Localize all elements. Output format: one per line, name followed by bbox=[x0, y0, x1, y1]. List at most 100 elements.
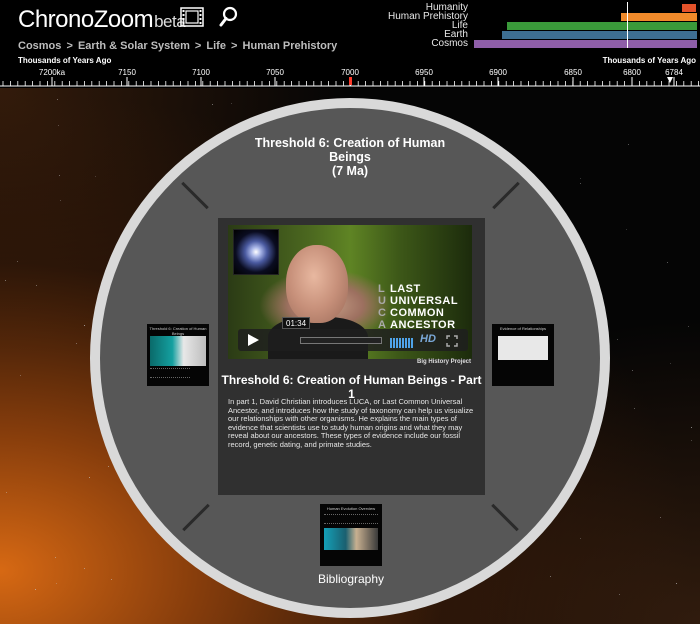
star bbox=[669, 362, 671, 364]
thumbnail-right-title: Evidence of Relationships bbox=[499, 326, 547, 331]
exhibit-title-line1: Threshold 6: Creation of Human bbox=[254, 136, 446, 150]
header: ChronoZoombeta Cosmos > Earth & Solar Sy… bbox=[0, 0, 700, 88]
search-icon[interactable] bbox=[219, 6, 239, 33]
star bbox=[660, 516, 662, 518]
ruler-tick-label: 6800 bbox=[623, 68, 641, 77]
ruler-tick-label: 6784 bbox=[665, 68, 683, 77]
video-controls-bar: 01:34 HD bbox=[238, 317, 468, 353]
breadcrumb-earth-solar-system[interactable]: Earth & Solar System bbox=[78, 40, 190, 52]
thumbnail-bibliography-title: Human Evolution Overview bbox=[326, 506, 376, 511]
star bbox=[54, 557, 56, 559]
luca-letter: C bbox=[378, 307, 387, 319]
minimap-bar-life[interactable] bbox=[507, 22, 697, 30]
hd-toggle[interactable]: HD bbox=[420, 333, 436, 345]
fullscreen-icon[interactable] bbox=[446, 334, 458, 352]
ruler-current-pointer[interactable] bbox=[667, 77, 673, 83]
video-frame-galaxy-image bbox=[233, 229, 279, 275]
logo-text: ChronoZoom bbox=[18, 6, 154, 33]
star bbox=[687, 325, 689, 327]
star bbox=[20, 374, 22, 376]
star bbox=[549, 576, 551, 578]
chronozoom-logo[interactable]: ChronoZoombeta bbox=[18, 6, 186, 34]
breadcrumb-cosmos[interactable]: Cosmos bbox=[18, 40, 61, 52]
star bbox=[4, 280, 6, 282]
luca-word: COMMON bbox=[390, 307, 445, 319]
minimap-label-cosmos: Cosmos bbox=[431, 38, 468, 49]
ruler-tick-label: 7150 bbox=[118, 68, 136, 77]
thumbnail-left-image bbox=[150, 336, 206, 366]
ruler-tick-label: 7200ka bbox=[39, 68, 66, 77]
ruler-tick-label: 6950 bbox=[415, 68, 433, 77]
luca-letter: U bbox=[378, 295, 387, 307]
star bbox=[111, 579, 113, 581]
star bbox=[625, 229, 627, 231]
star bbox=[88, 477, 90, 478]
star bbox=[617, 339, 619, 341]
ruler-tick-label: 7050 bbox=[266, 68, 284, 77]
thumbnail-bibliography-image bbox=[324, 528, 378, 550]
star bbox=[212, 103, 214, 105]
volume-icon[interactable] bbox=[390, 335, 416, 353]
star bbox=[632, 370, 634, 372]
play-icon[interactable] bbox=[246, 333, 260, 352]
tours-film-icon[interactable] bbox=[180, 7, 204, 32]
star bbox=[690, 427, 692, 429]
star bbox=[57, 124, 59, 126]
exhibit-title-line2: Beings bbox=[329, 150, 371, 164]
minimap-bar-human-prehistory[interactable] bbox=[621, 13, 697, 21]
ruler-tick-label: 7000 bbox=[341, 68, 359, 77]
thumbnail-left[interactable]: Threshold 6: Creation of Human Beings bbox=[147, 324, 209, 386]
video-player[interactable]: L LAST U UNIVERSAL C COMMON A ANCESTOR 01:34 bbox=[228, 225, 472, 359]
star bbox=[84, 325, 86, 327]
star bbox=[60, 200, 62, 202]
star bbox=[579, 183, 581, 185]
luca-word: UNIVERSAL bbox=[390, 295, 459, 307]
thumbnail-bibliography[interactable]: Human Evolution Overview bbox=[320, 504, 382, 566]
ruler-unit-left: Thousands of Years Ago bbox=[18, 56, 112, 65]
video-time-tooltip: 01:34 bbox=[282, 317, 311, 329]
exhibit-title[interactable]: Threshold 6: Creation of Human Beings (7… bbox=[250, 136, 450, 178]
video-scrub-bar[interactable] bbox=[300, 337, 382, 344]
exhibit-title-line3: (7 Ma) bbox=[331, 164, 369, 178]
star bbox=[628, 143, 630, 145]
star bbox=[579, 178, 581, 180]
star bbox=[59, 175, 61, 177]
thumbnail-bibliography-text-lines bbox=[324, 514, 378, 524]
ruler-unit-right: Thousands of Years Ago bbox=[602, 56, 696, 65]
minimap-bar-earth[interactable] bbox=[502, 31, 697, 39]
bibliography-label[interactable]: Bibliography bbox=[300, 572, 402, 586]
star bbox=[36, 285, 38, 287]
star bbox=[107, 465, 109, 467]
video-credit: Big History Project bbox=[416, 359, 471, 365]
thumbnail-right[interactable]: Evidence of Relationships bbox=[492, 324, 554, 386]
star bbox=[55, 582, 57, 584]
minimap-bar-cosmos[interactable] bbox=[474, 40, 697, 48]
star bbox=[579, 538, 581, 540]
video-frame-luca-text: L LAST U UNIVERSAL C COMMON A ANCESTOR bbox=[378, 283, 458, 331]
star bbox=[95, 175, 97, 177]
breadcrumb-life[interactable]: Life bbox=[206, 40, 226, 52]
minimap-bar-humanity[interactable] bbox=[682, 4, 696, 12]
star bbox=[5, 491, 7, 493]
ruler-tick-label: 6850 bbox=[564, 68, 582, 77]
star bbox=[57, 99, 59, 101]
thumbnail-left-text bbox=[150, 368, 190, 378]
star bbox=[83, 568, 85, 570]
luca-letter: L bbox=[378, 283, 386, 295]
timeline-canvas[interactable]: Threshold 6: Creation of Human Beings (7… bbox=[0, 88, 700, 624]
star bbox=[230, 102, 232, 104]
ruler-tick-label: 7100 bbox=[192, 68, 210, 77]
ruler-red-marker bbox=[349, 77, 352, 85]
star bbox=[633, 407, 635, 409]
luca-word: LAST bbox=[390, 283, 421, 295]
star bbox=[16, 260, 18, 262]
video-frame-presenter-head bbox=[286, 245, 348, 323]
content-item-description: In part 1, David Christian introduces LU… bbox=[228, 397, 474, 449]
thumbnail-right-table bbox=[498, 336, 548, 360]
content-item-panel[interactable]: L LAST U UNIVERSAL C COMMON A ANCESTOR 01:34 bbox=[218, 218, 485, 495]
breadcrumb-human-prehistory[interactable]: Human Prehistory bbox=[243, 40, 338, 52]
thumbnail-left-title: Threshold 6: Creation of Human Beings bbox=[149, 326, 207, 336]
timeline-ruler[interactable]: 7200ka 7150 7100 7050 7000 6950 6900 685… bbox=[0, 66, 700, 88]
breadcrumb: Cosmos > Earth & Solar System > Life > H… bbox=[18, 40, 337, 52]
breadcrumb-separator: > bbox=[66, 40, 73, 52]
